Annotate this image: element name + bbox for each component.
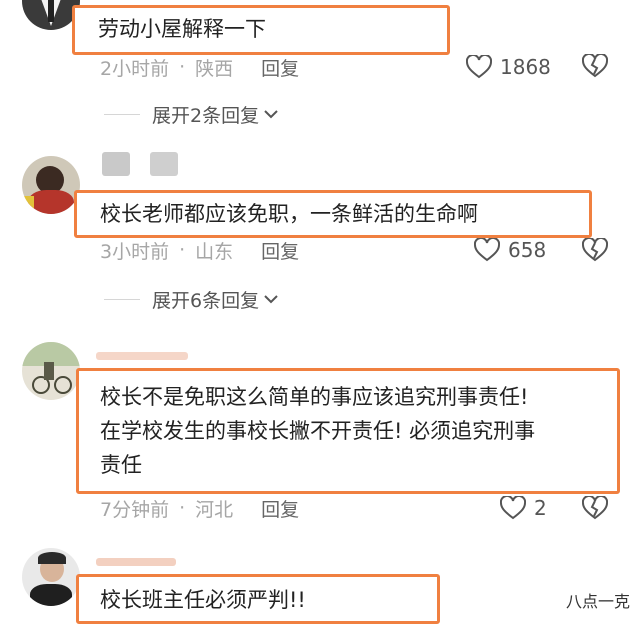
expand-replies[interactable]: 展开2条回复 xyxy=(104,100,279,128)
heart-icon xyxy=(500,496,526,520)
comment-meta: 7分钟前 · 河北 回复 xyxy=(100,494,299,522)
username-blurred xyxy=(102,152,130,176)
expand-replies[interactable]: 展开6条回复 xyxy=(104,285,279,313)
like-button[interactable]: 2 xyxy=(500,493,547,523)
comment-time: 7分钟前 xyxy=(100,498,170,521)
chevron-down-icon xyxy=(263,288,279,310)
avatar[interactable] xyxy=(22,342,80,400)
username-blurred xyxy=(96,558,176,566)
like-button[interactable]: 658 xyxy=(474,235,546,265)
chevron-down-icon xyxy=(263,103,279,125)
reply-button[interactable]: 回复 xyxy=(261,495,299,522)
comment-text: 校长老师都应该免职，一条鲜活的生命啊 xyxy=(100,202,478,226)
reply-button[interactable]: 回复 xyxy=(261,237,299,264)
comment-text: 校长不是免职这么简单的事应该追究刑事责任! 在学校发生的事校长撇不开责任! 必须… xyxy=(100,385,536,477)
username-blurred xyxy=(96,352,188,360)
comment-text: 劳动小屋解释一下 xyxy=(98,17,266,41)
like-count: 658 xyxy=(508,238,547,262)
dislike-button[interactable] xyxy=(581,494,609,524)
comment-time: 2小时前 xyxy=(100,57,170,80)
username-blurred xyxy=(150,152,178,176)
comment-time: 3小时前 xyxy=(100,240,170,263)
comment-meta: 2小时前 · 陕西 回复 xyxy=(100,53,299,81)
broken-heart-icon xyxy=(581,52,609,78)
heart-icon xyxy=(466,55,492,79)
broken-heart-icon xyxy=(581,236,609,262)
avatar[interactable] xyxy=(22,156,80,214)
watermark-text: 八点一克 xyxy=(565,592,630,611)
comment-meta: 3小时前 · 山东 回复 xyxy=(100,236,299,264)
like-count: 2 xyxy=(534,496,547,520)
comment-text: 校长班主任必须严判!! xyxy=(100,588,306,612)
expand-replies-label: 展开2条回复 xyxy=(152,104,260,127)
dislike-button[interactable] xyxy=(581,236,609,266)
expand-replies-label: 展开6条回复 xyxy=(152,289,260,312)
watermark: 八点一克 xyxy=(566,588,630,612)
comment-location: 河北 xyxy=(195,498,234,521)
heart-icon xyxy=(474,238,500,262)
like-button[interactable]: 1868 xyxy=(466,52,551,82)
comment-location: 陕西 xyxy=(195,57,234,80)
broken-heart-icon xyxy=(581,494,609,520)
reply-button[interactable]: 回复 xyxy=(261,54,299,81)
dislike-button[interactable] xyxy=(581,52,609,82)
like-count: 1868 xyxy=(500,55,551,79)
avatar[interactable] xyxy=(22,548,80,606)
comment-location: 山东 xyxy=(195,240,234,263)
